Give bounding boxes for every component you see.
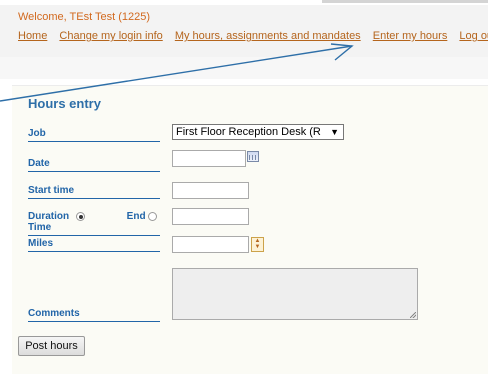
annotation-arrowhead [330, 43, 354, 61]
annotation-arrow [0, 43, 354, 102]
annotation-arrow-line [0, 45, 353, 102]
